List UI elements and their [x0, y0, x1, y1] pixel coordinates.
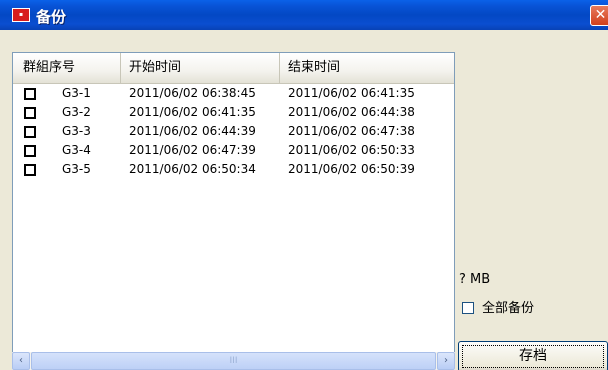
backup-dialog: ▪ 备份 ✕ 群組序号 开始时间 结束时间 G3-1 2011/06/02 06…: [0, 0, 608, 370]
column-header-group[interactable]: 群組序号: [13, 53, 121, 83]
backup-all-label[interactable]: 全部备份: [482, 299, 534, 319]
list-row[interactable]: G3-4 2011/06/02 06:47:39 2011/06/02 06:5…: [13, 141, 454, 160]
group-id: G3-5: [62, 162, 91, 176]
end-time: 2011/06/02 06:50:33: [288, 143, 415, 157]
row-checkbox[interactable]: [24, 107, 36, 119]
close-icon[interactable]: ✕: [590, 5, 608, 26]
list-row[interactable]: G3-2 2011/06/02 06:41:35 2011/06/02 06:4…: [13, 103, 454, 122]
scroll-left-arrow-icon[interactable]: ‹: [12, 352, 30, 370]
group-id: G3-4: [62, 143, 91, 157]
column-header-end-time[interactable]: 结束时间: [280, 53, 454, 83]
end-time: 2011/06/02 06:50:39: [288, 162, 415, 176]
scroll-thumb[interactable]: III: [31, 352, 436, 370]
start-time: 2011/06/02 06:47:39: [129, 143, 256, 157]
scroll-right-arrow-icon[interactable]: ›: [437, 352, 455, 370]
end-time: 2011/06/02 06:47:38: [288, 124, 415, 138]
group-id: G3-1: [62, 86, 91, 100]
backup-all-checkbox[interactable]: [462, 302, 474, 314]
save-button-label: 存档: [519, 348, 547, 364]
start-time: 2011/06/02 06:44:39: [129, 124, 256, 138]
list-row[interactable]: G3-3 2011/06/02 06:44:39 2011/06/02 06:4…: [13, 122, 454, 141]
group-id: G3-2: [62, 105, 91, 119]
list-row[interactable]: G3-1 2011/06/02 06:38:45 2011/06/02 06:4…: [13, 84, 454, 103]
save-button[interactable]: 存档: [458, 341, 608, 370]
group-id: G3-3: [62, 124, 91, 138]
backup-list[interactable]: 群組序号 开始时间 结束时间 G3-1 2011/06/02 06:38:45 …: [12, 52, 455, 370]
title-bar: ▪ 备份 ✕: [0, 0, 608, 30]
row-checkbox[interactable]: [24, 126, 36, 138]
list-header: 群組序号 开始时间 结束时间: [13, 53, 454, 84]
start-time: 2011/06/02 06:50:34: [129, 162, 256, 176]
backup-size-label: ? MB: [459, 272, 491, 287]
column-header-start-time[interactable]: 开始时间: [121, 53, 280, 83]
start-time: 2011/06/02 06:38:45: [129, 86, 256, 100]
row-checkbox[interactable]: [24, 145, 36, 157]
horizontal-scrollbar[interactable]: ‹ III ›: [12, 352, 455, 370]
window-title: 备份: [36, 8, 67, 26]
start-time: 2011/06/02 06:41:35: [129, 105, 256, 119]
row-checkbox[interactable]: [24, 164, 36, 176]
app-logo-icon: ▪: [12, 8, 30, 22]
end-time: 2011/06/02 06:44:38: [288, 105, 415, 119]
list-row[interactable]: G3-5 2011/06/02 06:50:34 2011/06/02 06:5…: [13, 160, 454, 179]
row-checkbox[interactable]: [24, 88, 36, 100]
end-time: 2011/06/02 06:41:35: [288, 86, 415, 100]
